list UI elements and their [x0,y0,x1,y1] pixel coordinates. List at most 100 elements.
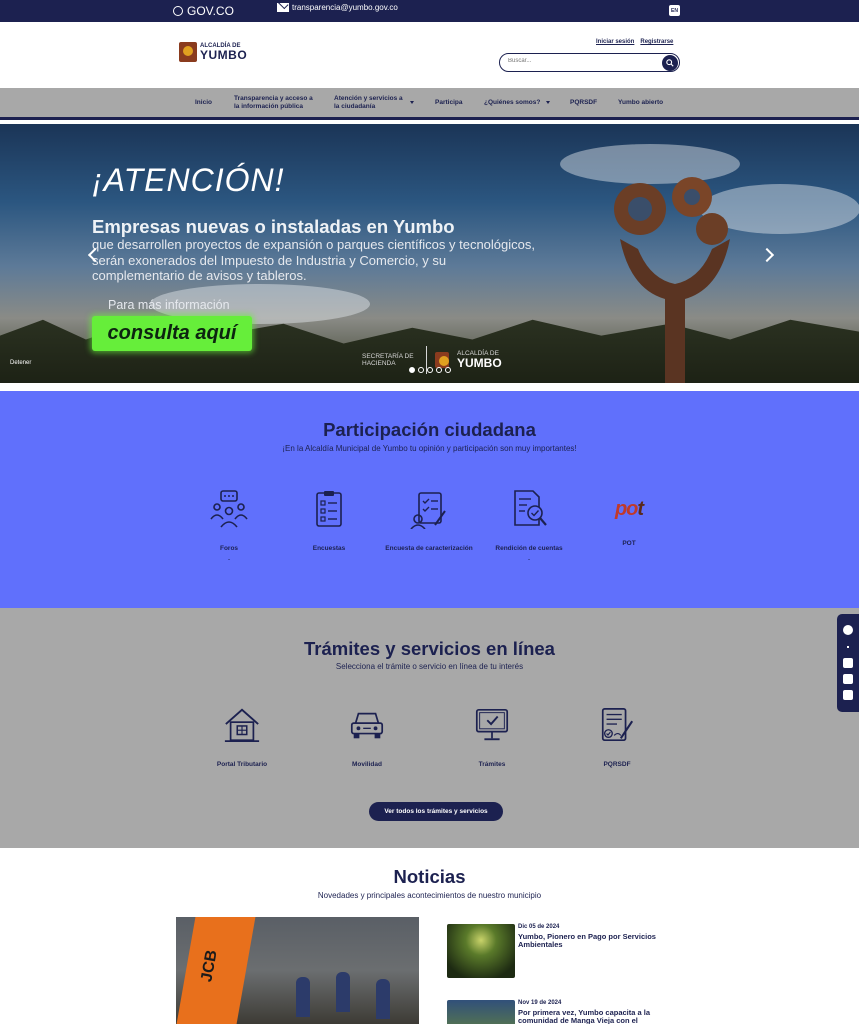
carousel-dot[interactable] [427,367,433,373]
tramites-section: Trámites y servicios en línea Selecciona… [0,608,859,848]
nav-item-quienes-somos[interactable]: ¿Quiénes somos? [484,88,551,117]
hero-carousel: ¡ATENCIÓN! Empresas nuevas o instaladas … [0,124,859,383]
yumbo-crest-icon [179,42,197,62]
hero-body: que desarrollen proyectos de expansión o… [92,237,535,283]
participation-note: . [528,555,530,563]
main-nav: Inicio Transparencia y acceso a la infor… [0,88,859,120]
news-item[interactable]: Dic 05 de 2024 Yumbo, Pionero en Pago po… [447,924,677,980]
tramites-title: Trámites y servicios en línea [304,638,555,659]
yumbo-crest-icon [435,352,449,368]
language-toggle[interactable]: EN [669,5,680,16]
site-logo[interactable]: ALCALDÍA DE YUMBO [179,42,247,62]
participation-title: Participación ciudadana [323,419,536,440]
car-icon [350,712,384,739]
news-section: Noticias Novedades y principales acontec… [0,848,859,1024]
nav-item-label: Inicio [195,98,212,106]
accessibility-toolbar [837,614,859,712]
carousel-dot[interactable] [409,367,415,373]
gear-statue-image [614,177,730,383]
pot-logo-text: po [614,498,638,520]
nav-item-label: Atención y servicios a la ciudadanía [334,94,403,110]
gov-seal-icon [173,6,183,16]
tramite-label: Movilidad [352,761,382,768]
news-headline: Yumbo, Pionero en Pago por Servicios Amb… [518,932,656,949]
tramite-portal-tributario[interactable]: Portal Tributario [197,706,287,768]
auth-links: Iniciar sesión Registrarse [596,39,673,45]
participation-item-encuestas[interactable]: Encuestas [284,489,374,554]
worker-figure [296,977,310,1017]
news-thumbnail [447,1000,515,1024]
register-link[interactable]: Registrarse [640,39,673,45]
logo-title: YUMBO [200,48,248,62]
participation-label: Encuestas [312,545,346,552]
nav-item-label: ¿Quiénes somos? [484,98,541,106]
tramite-tramites[interactable]: Trámites [447,706,537,768]
tramite-pqrsdf[interactable]: PQRSDF [572,706,662,768]
font-decrease-icon[interactable] [843,674,853,684]
tramite-label: PQRSDF [603,761,631,768]
contact-email: transparencia@yumbo.gov.co [292,3,398,12]
nav-item-inicio[interactable]: Inicio [195,88,212,117]
toolbar-separator [847,646,849,648]
forum-people-icon [210,490,248,528]
document-magnifier-icon [514,490,547,526]
news-date: Dic 05 de 2024 [518,924,560,930]
participation-item-pot[interactable]: pot POT [584,489,674,549]
participation-label: Foros [219,545,239,552]
carousel-next-arrow-icon[interactable] [759,247,775,263]
nav-item-participa[interactable]: Participa [435,88,462,117]
search-button[interactable] [662,55,678,71]
news-headline: Por primera vez, Yumbo capacita a la com… [518,1008,651,1024]
gov-co-link[interactable]: GOV.CO [173,4,234,18]
hero-subheading: Empresas nuevas o instaladas en Yumbo [92,216,455,237]
house-icon [224,708,260,743]
participation-label: POT [622,540,636,547]
carousel-dot[interactable] [445,367,451,373]
chevron-down-icon [546,101,551,104]
nav-item-label: PQRSDF [570,98,598,106]
hero-cta-button[interactable]: consulta aquí [92,316,252,351]
news-subtitle: Novedades y principales acontecimientos … [317,891,542,900]
carousel-dot[interactable] [436,367,442,373]
worker-figure [376,979,390,1019]
participation-item-foros[interactable]: Foros. [184,489,274,565]
tramite-movilidad[interactable]: Movilidad [322,706,412,768]
nav-item-label: Yumbo abierto [618,98,664,106]
nav-item-atencion[interactable]: Atención y servicios a la ciudadanía [334,88,418,117]
nav-item-yumbo-abierto[interactable]: Yumbo abierto [618,88,663,117]
nav-item-pqrsdf[interactable]: PQRSDF [570,88,597,117]
signed-document-icon [601,707,634,742]
sponsor-hacienda: SECRETARÍA DE HACIENDA [362,352,414,367]
hero-heading: ¡ATENCIÓN! [92,162,285,198]
pot-logo-text: t [637,498,644,520]
site-header: ALCALDÍA DE YUMBO Iniciar sesión Registr… [0,22,859,88]
see-all-tramites-button[interactable]: Ver todos los trámites y servicios [369,802,503,821]
worker-figure [336,972,350,1012]
carousel-dots [409,367,451,373]
carousel-stop-button[interactable]: Detener [10,360,31,366]
search-input[interactable] [508,58,648,64]
tramite-label: Trámites [478,761,506,768]
news-item[interactable]: Nov 19 de 2024 Por primera vez, Yumbo ca… [447,1000,677,1024]
font-increase-icon[interactable] [843,658,853,668]
participation-subtitle: ¡En la Alcaldía Municipal de Yumbo tu op… [282,444,577,453]
nav-item-transparencia[interactable]: Transparencia y acceso a la información … [234,88,318,117]
hero-more-info: Para más información [108,298,230,312]
carousel-dot[interactable] [418,367,424,373]
tramite-label: Portal Tributario [216,761,268,768]
contrast-icon[interactable] [843,625,853,635]
characterization-form-icon [410,492,446,530]
participation-item-caracterizacion[interactable]: Encuesta de caracterización [384,489,474,554]
tramites-subtitle: Selecciona el trámite o servicio en líne… [335,662,524,671]
news-feature-image[interactable]: JCB [176,917,419,1024]
news-date: Nov 19 de 2024 [518,1000,562,1006]
sign-language-icon[interactable] [843,690,853,700]
news-thumbnail [447,924,515,978]
participation-label: Rendición de cuentas [495,545,563,552]
participation-section: Participación ciudadana ¡En la Alcaldía … [0,391,859,608]
gov-co-label: GOV.CO [187,4,234,18]
contact-email-link[interactable]: transparencia@yumbo.gov.co [277,3,398,12]
login-link[interactable]: Iniciar sesión [596,39,634,45]
participation-item-rendicion[interactable]: Rendición de cuentas. [484,489,574,565]
nav-item-label: Transparencia y acceso a la información … [234,94,313,110]
